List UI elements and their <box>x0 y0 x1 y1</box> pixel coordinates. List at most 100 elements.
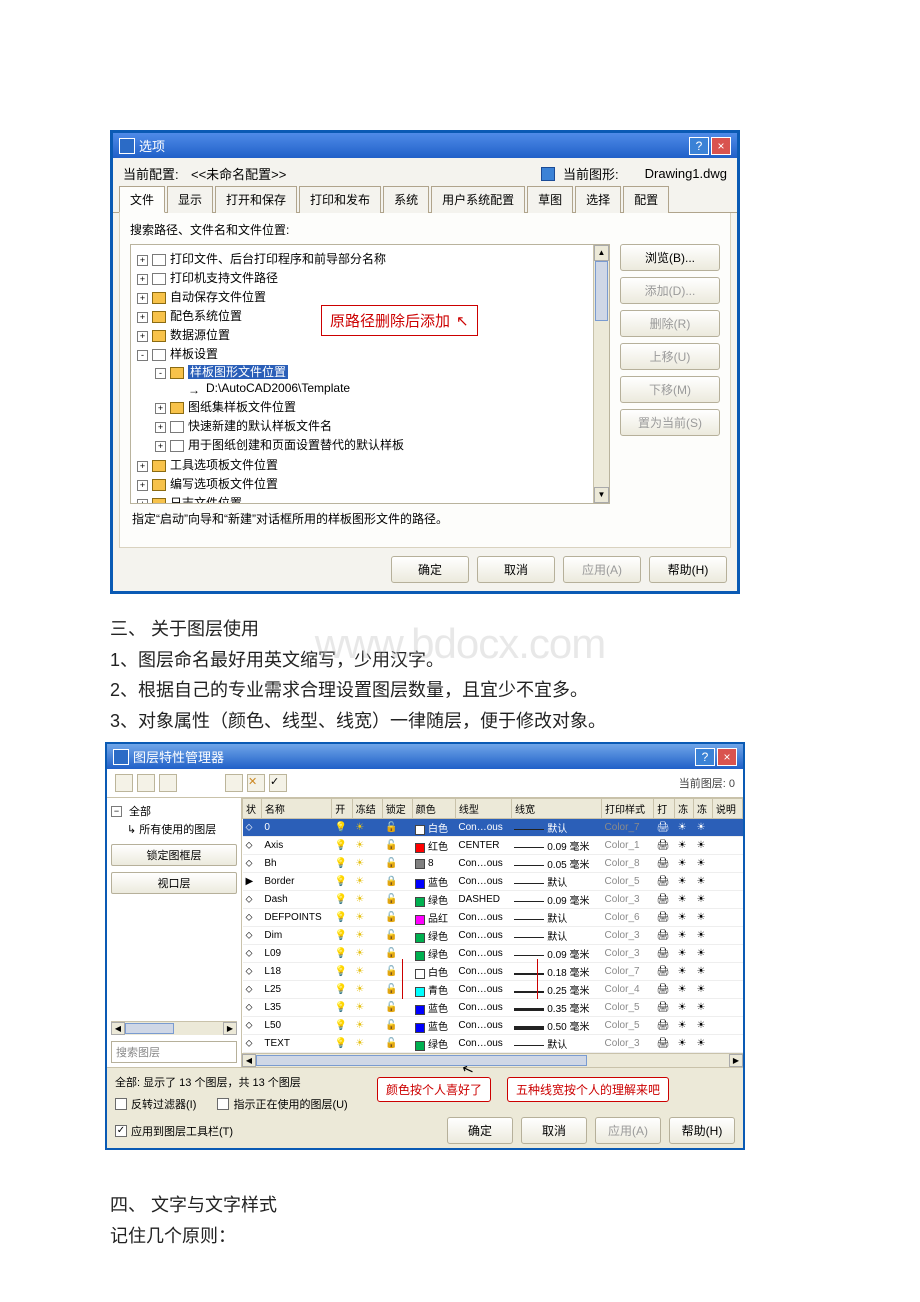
viewport-layer-button[interactable]: 视口层 <box>111 872 237 894</box>
tree-item-label[interactable]: 编写选项板文件位置 <box>170 477 278 491</box>
tree-item-label[interactable]: 样板图形文件位置 <box>188 365 288 379</box>
tree-item-label[interactable]: 图纸集样板文件位置 <box>188 400 296 414</box>
tree-item-label[interactable]: 工具选项板文件位置 <box>170 458 278 472</box>
expand-icon[interactable]: + <box>137 274 148 285</box>
column-header[interactable]: 冻结 <box>352 799 382 819</box>
scroll-thumb[interactable] <box>595 261 608 321</box>
filter-tree[interactable]: −全部 ↳所有使用的图层 <box>111 802 237 838</box>
column-header[interactable]: 打 <box>654 799 675 819</box>
column-header[interactable]: 开 <box>332 799 353 819</box>
tree-item-label[interactable]: D:\AutoCAD2006\Template <box>206 381 350 395</box>
tree-item-label[interactable]: 打印文件、后台打印程序和前导部分名称 <box>170 252 386 266</box>
layer-row[interactable]: ⬦DEFPOINTS💡☀🔓 品红Con…ous 默认Color_6🖨☀☀ <box>243 909 743 927</box>
tab-8[interactable]: 配置 <box>623 186 669 213</box>
expand-icon[interactable]: + <box>137 499 148 504</box>
column-header[interactable]: 状 <box>243 799 262 819</box>
layer-row[interactable]: ⬦L50💡☀🔓 蓝色Con…ous 0.50 毫米Color_5🖨☀☀ <box>243 1017 743 1035</box>
indicate-inuse-checkbox[interactable]: 指示正在使用的图层(U) <box>217 1096 347 1112</box>
expand-icon[interactable]: + <box>137 480 148 491</box>
expand-icon[interactable]: + <box>137 331 148 342</box>
path-tree[interactable]: + 打印文件、后台打印程序和前导部分名称 + 打印机支持文件路径 + 自动保存文件位置 + 配… <box>130 244 610 504</box>
grid-hscroll[interactable]: ◀▶ <box>242 1053 743 1067</box>
filter-all[interactable]: 全部 <box>129 803 151 819</box>
expand-icon[interactable]: + <box>155 422 166 433</box>
tree-item-label[interactable]: 配色系统位置 <box>170 309 242 323</box>
expand-icon[interactable]: - <box>137 350 148 361</box>
tree-scrollbar[interactable]: ▲ ▼ <box>593 245 609 503</box>
help-button[interactable]: ? <box>689 137 709 155</box>
layer-row[interactable]: ⬦TEXT💡☀🔓 绿色Con…ous 默认Color_3🖨☀☀ <box>243 1035 743 1053</box>
layer-close-button[interactable]: × <box>717 748 737 766</box>
tree-item-label[interactable]: 快速新建的默认样板文件名 <box>188 419 332 433</box>
expand-icon[interactable]: + <box>155 441 166 452</box>
column-header[interactable]: 冻 <box>693 799 712 819</box>
layer-row[interactable]: ⬦Bh💡☀🔓 8Con…ous 0.05 毫米Color_8🖨☀☀ <box>243 855 743 873</box>
set-current-button[interactable]: ✓ <box>269 774 287 792</box>
section-3-line-1: 1、图层命名最好用英文缩写，少用汉字。 <box>110 645 810 676</box>
layer-footer-button[interactable]: 取消 <box>521 1117 587 1144</box>
tab-6[interactable]: 草图 <box>527 186 573 213</box>
tab-0[interactable]: 文件 <box>119 186 165 213</box>
footer-button[interactable]: 确定 <box>391 556 469 583</box>
tab-5[interactable]: 用户系统配置 <box>431 186 525 213</box>
scroll-down-icon[interactable]: ▼ <box>594 487 609 503</box>
tree-item-label[interactable]: 数据源位置 <box>170 328 230 342</box>
layer-row[interactable]: ⬦L25💡☀🔓 青色Con…ous 0.25 毫米Color_4🖨☀☀ <box>243 981 743 999</box>
sidebar-hscroll[interactable]: ◀▶ <box>111 1021 237 1035</box>
layer-footer-button[interactable]: 确定 <box>447 1117 513 1144</box>
tab-7[interactable]: 选择 <box>575 186 621 213</box>
new-filter-button[interactable] <box>115 774 133 792</box>
tab-4[interactable]: 系统 <box>383 186 429 213</box>
layer-states-button[interactable] <box>159 774 177 792</box>
tree-item-label[interactable]: 自动保存文件位置 <box>170 290 266 304</box>
column-header[interactable]: 线宽 <box>511 799 601 819</box>
tab-3[interactable]: 打印和发布 <box>299 186 381 213</box>
layer-row[interactable]: ▶Border💡☀🔒 蓝色Con…ous 默认Color_5🖨☀☀ <box>243 873 743 891</box>
layer-row[interactable]: ⬦L35💡☀🔓 蓝色Con…ous 0.35 毫米Color_5🖨☀☀ <box>243 999 743 1017</box>
new-group-button[interactable] <box>137 774 155 792</box>
side-button[interactable]: 浏览(B)... <box>620 244 720 271</box>
expand-icon[interactable]: - <box>155 368 166 379</box>
column-header[interactable]: 冻 <box>675 799 694 819</box>
tree-item-label[interactable]: 样板设置 <box>170 347 218 361</box>
tree-item-label[interactable]: 打印机支持文件路径 <box>170 271 278 285</box>
layer-row[interactable]: ⬦0💡☀🔓 白色Con…ous 默认Color_7🖨☀☀ <box>243 819 743 837</box>
expand-icon[interactable]: + <box>155 403 166 414</box>
apply-toolbar-checkbox[interactable]: ✓应用到图层工具栏(T) <box>115 1123 233 1139</box>
column-header[interactable]: 说明 <box>712 799 742 819</box>
layer-grid[interactable]: 状名称开冻结锁定颜色线型线宽打印样式打冻冻说明 ⬦0💡☀🔓 白色Con…ous … <box>242 798 743 1067</box>
layer-footer-button[interactable]: 帮助(H) <box>669 1117 735 1144</box>
column-header[interactable]: 打印样式 <box>602 799 654 819</box>
tab-2[interactable]: 打开和保存 <box>215 186 297 213</box>
expand-icon[interactable]: + <box>137 461 148 472</box>
footer-button[interactable]: 帮助(H) <box>649 556 727 583</box>
expand-icon[interactable]: − <box>111 806 122 817</box>
footer-button[interactable]: 应用(A) <box>563 556 641 583</box>
layer-row[interactable]: ⬦L09💡☀🔓 绿色Con…ous 0.09 毫米Color_3🖨☀☀ <box>243 945 743 963</box>
column-header[interactable]: 名称 <box>261 799 331 819</box>
expand-icon[interactable]: + <box>137 293 148 304</box>
delete-layer-button[interactable]: ✕ <box>247 774 265 792</box>
layer-row[interactable]: ⬦Dash💡☀🔓 绿色DASHED 0.09 毫米Color_3🖨☀☀ <box>243 891 743 909</box>
layer-footer-button[interactable]: 应用(A) <box>595 1117 661 1144</box>
expand-icon[interactable]: + <box>137 255 148 266</box>
search-layer-input[interactable]: 搜索图层 <box>111 1041 237 1063</box>
close-button[interactable]: × <box>711 137 731 155</box>
filter-used[interactable]: 所有使用的图层 <box>139 821 216 837</box>
tab-1[interactable]: 显示 <box>167 186 213 213</box>
new-layer-button[interactable] <box>225 774 243 792</box>
tree-item-label[interactable]: 用于图纸创建和页面设置替代的默认样板 <box>188 438 404 452</box>
tree-item-label[interactable]: 日志文件位置 <box>170 496 242 504</box>
layer-row[interactable]: ⬦L18💡☀🔓 白色Con…ous 0.18 毫米Color_7🖨☀☀ <box>243 963 743 981</box>
layer-row[interactable]: ⬦Axis💡☀🔓 红色CENTER 0.09 毫米Color_1🖨☀☀ <box>243 837 743 855</box>
invert-filter-checkbox[interactable]: 反转过滤器(I) <box>115 1096 196 1112</box>
column-header[interactable]: 颜色 <box>412 799 455 819</box>
footer-button[interactable]: 取消 <box>477 556 555 583</box>
scroll-up-icon[interactable]: ▲ <box>594 245 609 261</box>
expand-icon[interactable]: + <box>137 312 148 323</box>
column-header[interactable]: 线型 <box>455 799 511 819</box>
layer-help-button[interactable]: ? <box>695 748 715 766</box>
column-header[interactable]: 锁定 <box>382 799 412 819</box>
layer-row[interactable]: ⬦Dim💡☀🔓 绿色Con…ous 默认Color_3🖨☀☀ <box>243 927 743 945</box>
lock-titleblock-button[interactable]: 锁定图框层 <box>111 844 237 866</box>
